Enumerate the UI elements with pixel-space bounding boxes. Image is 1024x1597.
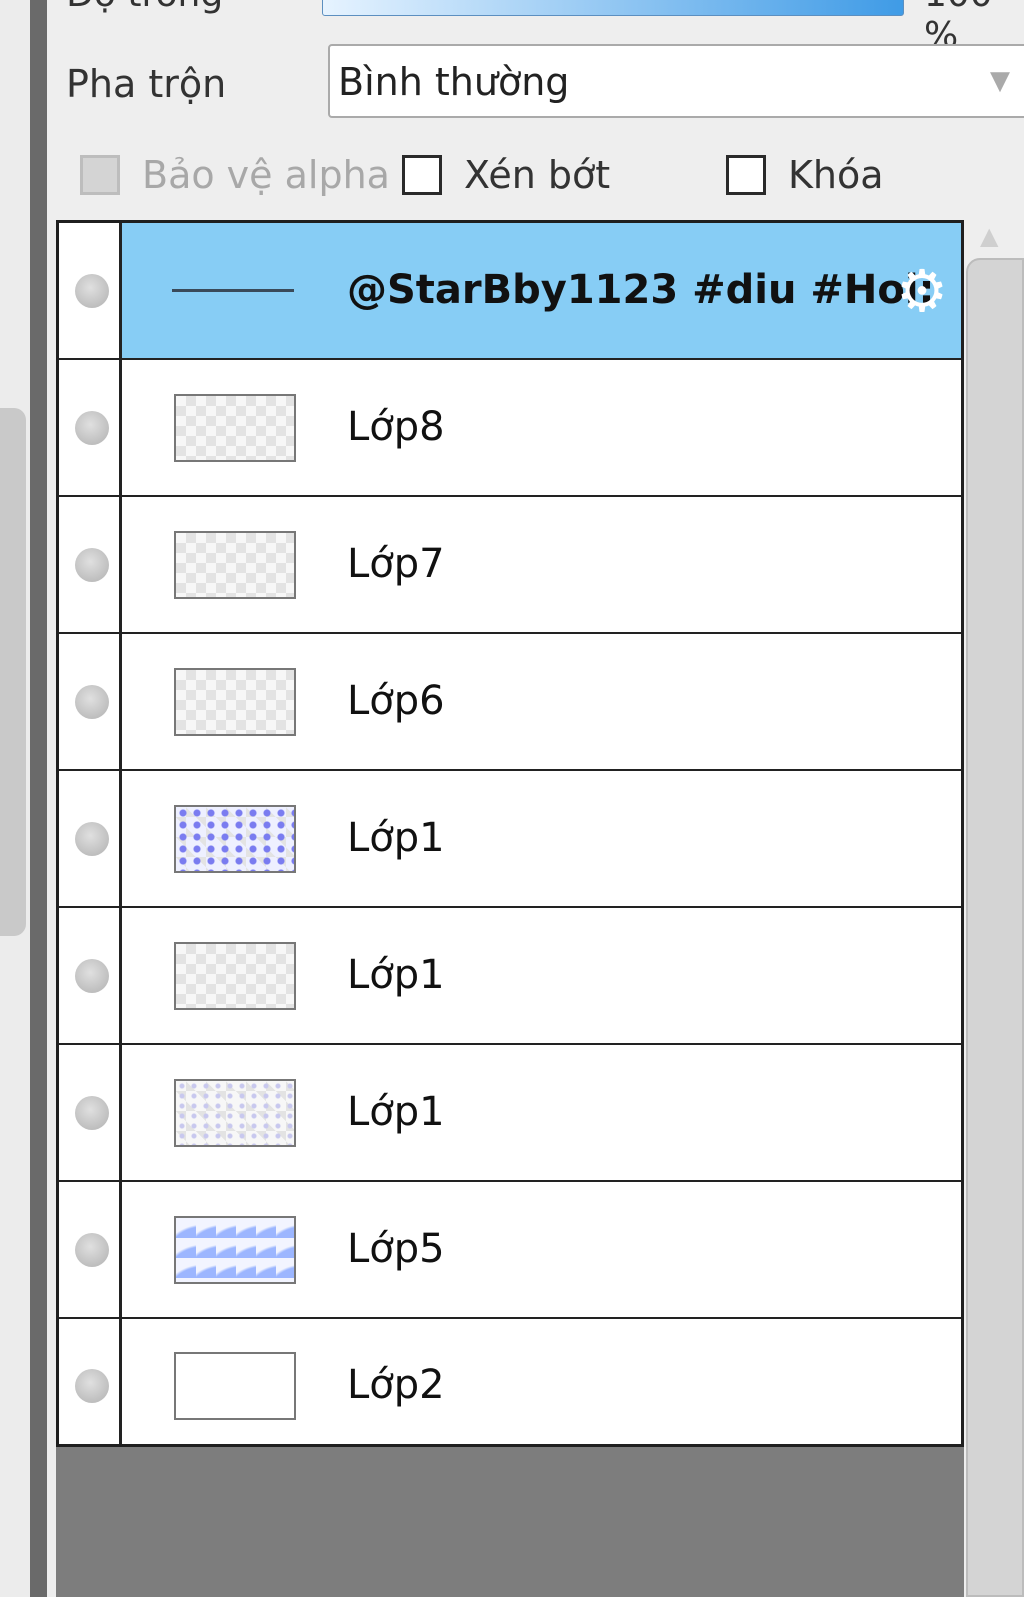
layer-name: Lớp8 bbox=[347, 403, 445, 450]
eye-dot-icon[interactable] bbox=[75, 821, 109, 856]
blend-mode-select[interactable]: Bình thường ▼ bbox=[328, 44, 1024, 118]
visibility-toggle[interactable] bbox=[59, 771, 122, 906]
visibility-toggle[interactable] bbox=[59, 1319, 122, 1444]
gear-icon[interactable]: ⚙ bbox=[892, 261, 952, 321]
eye-dot-icon[interactable] bbox=[75, 1232, 109, 1267]
scrollbar[interactable] bbox=[966, 258, 1024, 1597]
layer-row[interactable]: Lớp1 bbox=[59, 908, 961, 1045]
lock-option[interactable]: Khóa bbox=[726, 150, 884, 200]
eye-dot-icon[interactable] bbox=[75, 684, 109, 719]
lock-checkbox[interactable] bbox=[726, 155, 766, 195]
protect-alpha-label: Bảo vệ alpha bbox=[142, 153, 390, 197]
layer-row[interactable]: Lớp7 bbox=[59, 497, 961, 634]
lock-label: Khóa bbox=[788, 153, 884, 197]
blend-mode-value: Bình thường bbox=[338, 60, 570, 104]
layer-name: Lớp1 bbox=[347, 951, 445, 998]
layer-name: Lớp6 bbox=[347, 677, 445, 724]
layer-row[interactable]: @StarBby1123 #diu #Hoi: ⚙ bbox=[59, 223, 961, 360]
layer-thumbnail bbox=[174, 804, 296, 873]
layer-thumbnail bbox=[174, 1215, 296, 1284]
layer-name: Lớp2 bbox=[347, 1362, 445, 1408]
layer-list: @StarBby1123 #diu #Hoi: ⚙ Lớp8 Lớp7 Lớp6… bbox=[56, 220, 964, 1447]
layer-row[interactable]: Lớp6 bbox=[59, 634, 961, 771]
layer-thumbnail bbox=[174, 1352, 296, 1420]
clip-checkbox[interactable] bbox=[402, 155, 442, 195]
layer-row[interactable]: Lớp1 bbox=[59, 1045, 961, 1182]
layer-thumbnail bbox=[172, 288, 294, 292]
eye-dot-icon[interactable] bbox=[75, 958, 109, 993]
layer-name: Lớp7 bbox=[347, 540, 445, 587]
clip-option[interactable]: Xén bớt bbox=[402, 150, 610, 200]
visibility-toggle[interactable] bbox=[59, 1182, 122, 1317]
protect-alpha-checkbox bbox=[80, 155, 120, 195]
panel-divider[interactable] bbox=[30, 0, 47, 1597]
eye-dot-icon[interactable] bbox=[75, 547, 109, 582]
layer-name: @StarBby1123 #diu #Hoi: bbox=[347, 266, 935, 313]
eye-dot-icon[interactable] bbox=[75, 410, 109, 445]
layer-name: Lớp1 bbox=[347, 1088, 445, 1135]
visibility-toggle[interactable] bbox=[59, 908, 122, 1043]
layer-row[interactable]: Lớp2 bbox=[59, 1319, 961, 1444]
protect-alpha-option: Bảo vệ alpha bbox=[80, 150, 390, 200]
eye-dot-icon[interactable] bbox=[75, 1369, 109, 1403]
layer-name: Lớp1 bbox=[347, 814, 445, 861]
visibility-toggle[interactable] bbox=[59, 497, 122, 632]
layer-thumbnail bbox=[174, 667, 296, 736]
eye-dot-icon[interactable] bbox=[75, 1095, 109, 1130]
scroll-up-icon[interactable]: ▲ bbox=[980, 222, 998, 250]
visibility-toggle[interactable] bbox=[59, 223, 122, 358]
layer-thumbnail bbox=[174, 530, 296, 599]
dropdown-arrow-icon: ▼ bbox=[990, 66, 1010, 96]
visibility-toggle[interactable] bbox=[59, 1045, 122, 1180]
side-panel-tab[interactable] bbox=[0, 408, 26, 936]
blend-mode-label: Pha trộn bbox=[66, 62, 227, 106]
layer-row[interactable]: Lớp8 bbox=[59, 360, 961, 497]
layer-list-empty-area bbox=[56, 1447, 964, 1597]
eye-dot-icon[interactable] bbox=[75, 273, 109, 308]
layer-row[interactable]: Lớp1 bbox=[59, 771, 961, 908]
layer-row[interactable]: Lớp5 bbox=[59, 1182, 961, 1319]
layer-thumbnail bbox=[174, 1078, 296, 1147]
visibility-toggle[interactable] bbox=[59, 360, 122, 495]
layer-thumbnail bbox=[174, 393, 296, 462]
opacity-label: Độ trong bbox=[66, 0, 223, 15]
layer-thumbnail bbox=[174, 941, 296, 1010]
clip-label: Xén bớt bbox=[464, 153, 611, 197]
layer-name: Lớp5 bbox=[347, 1225, 445, 1272]
visibility-toggle[interactable] bbox=[59, 634, 122, 769]
opacity-slider[interactable] bbox=[322, 0, 904, 16]
